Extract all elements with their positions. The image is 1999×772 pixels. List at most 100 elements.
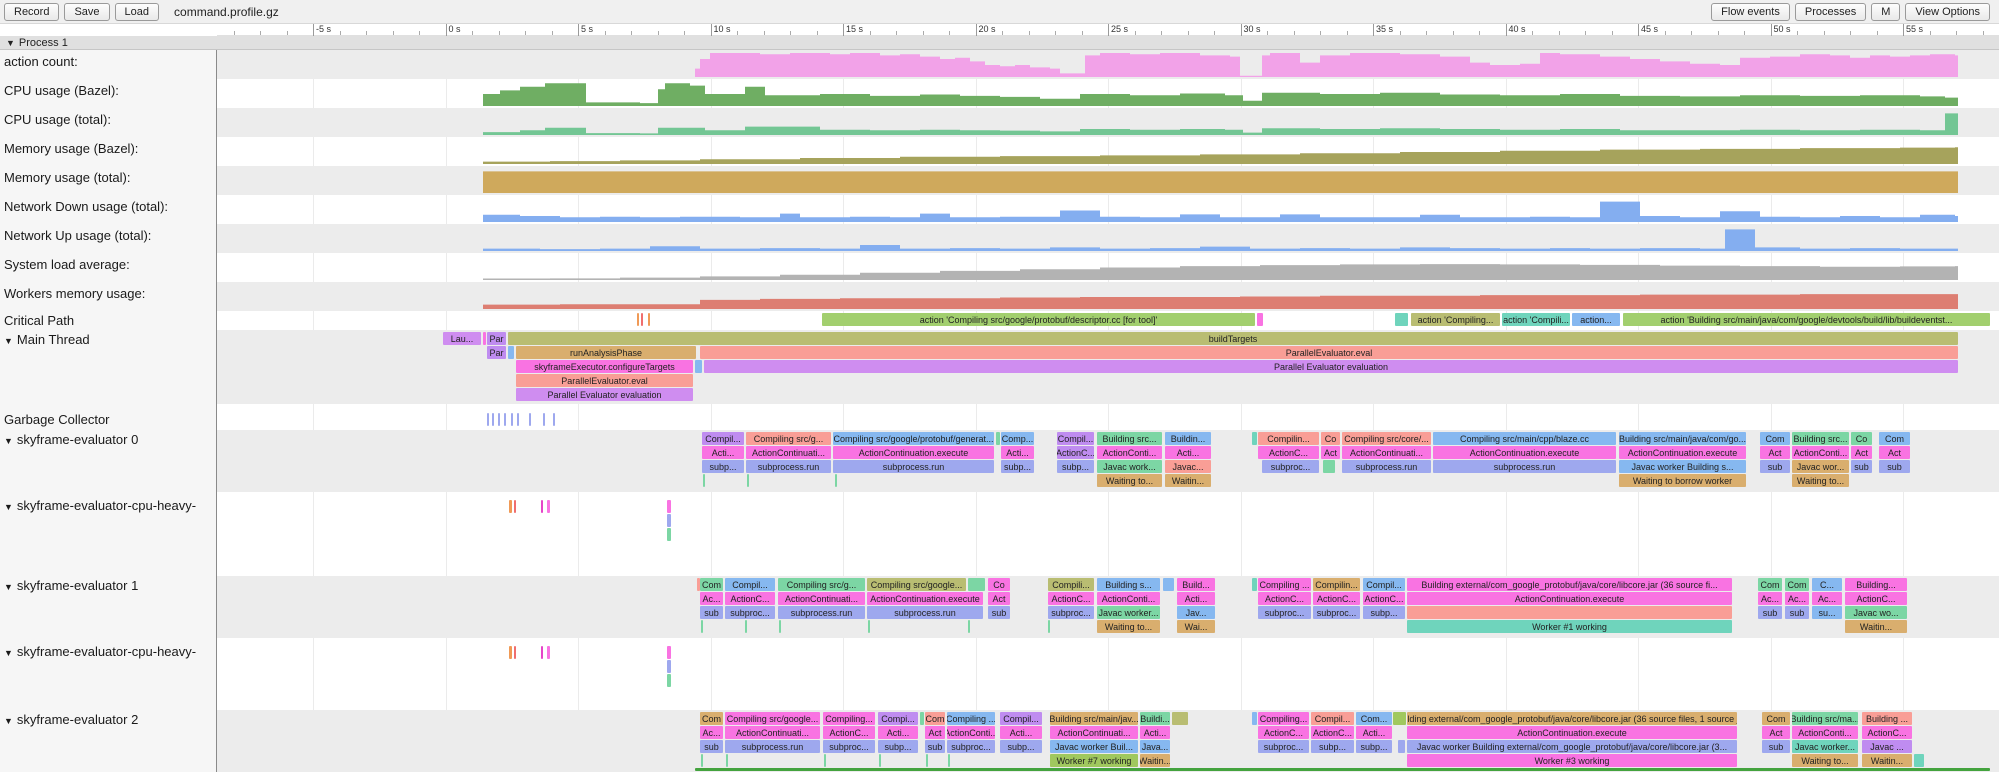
- trace-event[interactable]: [547, 500, 550, 513]
- trace-event[interactable]: Compiling ...: [1258, 578, 1311, 591]
- trace-event[interactable]: [514, 500, 516, 513]
- trace-event[interactable]: sub: [700, 740, 723, 753]
- trace-event[interactable]: Compiling src/g...: [746, 432, 831, 445]
- trace-event[interactable]: subproc...: [1262, 460, 1319, 473]
- trace-event[interactable]: ActionContinuation.execute: [867, 592, 983, 605]
- trace-event[interactable]: Act: [1760, 446, 1790, 459]
- trace-event[interactable]: subprocess.run: [746, 460, 831, 473]
- trace-event[interactable]: ActionContinuation.execute: [1619, 446, 1746, 459]
- counter-chart-action-count[interactable]: [0, 50, 1999, 79]
- trace-event[interactable]: subp...: [1356, 740, 1392, 753]
- trace-event[interactable]: [920, 712, 924, 725]
- trace-event[interactable]: Com: [1785, 578, 1809, 591]
- trace-event[interactable]: [517, 413, 519, 426]
- trace-event[interactable]: Building src/main/jav...: [1050, 712, 1138, 725]
- trace-event[interactable]: ActionC...: [1311, 726, 1354, 739]
- trace-event[interactable]: Buildin...: [1165, 432, 1211, 445]
- trace-event[interactable]: [824, 754, 826, 767]
- trace-event[interactable]: ActionConti...: [1792, 726, 1858, 739]
- trace-event[interactable]: [879, 754, 881, 767]
- trace-event[interactable]: ActionContinuati...: [725, 726, 820, 739]
- load-button[interactable]: Load: [115, 3, 159, 21]
- trace-event[interactable]: Ac...: [700, 592, 723, 605]
- trace-event[interactable]: Building s...: [1097, 578, 1160, 591]
- trace-event[interactable]: ActionC...: [1258, 592, 1311, 605]
- trace-event[interactable]: Waitin...: [1140, 754, 1170, 767]
- trace-event[interactable]: sub: [1760, 460, 1790, 473]
- trace-event[interactable]: subprocess.run: [778, 606, 865, 619]
- trace-event[interactable]: Compilin...: [1313, 578, 1360, 591]
- trace-event[interactable]: Javac ...: [1862, 740, 1912, 753]
- trace-event[interactable]: Waitin...: [1862, 754, 1912, 767]
- track-label-skyframe-evaluator-cpu-heavy-2[interactable]: ▼skyframe-evaluator-cpu-heavy-: [4, 644, 196, 659]
- view-options-button[interactable]: View Options: [1905, 3, 1990, 21]
- trace-event[interactable]: ActionC...: [725, 592, 775, 605]
- trace-event[interactable]: ActionContinuation.execute: [833, 446, 994, 459]
- trace-event[interactable]: [1395, 313, 1408, 326]
- trace-event[interactable]: [726, 754, 728, 767]
- trace-event[interactable]: [637, 313, 639, 326]
- trace-event[interactable]: Javac worker Building external/com_googl…: [1407, 740, 1737, 753]
- trace-event[interactable]: subp...: [1363, 606, 1405, 619]
- trace-event[interactable]: Compi...: [878, 712, 918, 725]
- trace-event[interactable]: [835, 474, 837, 487]
- trace-event[interactable]: [747, 474, 749, 487]
- trace-event[interactable]: [1407, 606, 1732, 619]
- track-label-main-thread[interactable]: ▼Main Thread: [4, 332, 90, 347]
- trace-event[interactable]: Waiting to...: [1097, 620, 1160, 633]
- timeline-ruler[interactable]: -5 s0 s5 s10 s15 s20 s25 s30 s35 s40 s45…: [217, 24, 1999, 36]
- trace-event[interactable]: [667, 514, 671, 527]
- trace-event[interactable]: subproc...: [1258, 606, 1311, 619]
- trace-event[interactable]: Waiting to...: [1097, 474, 1162, 487]
- trace-event[interactable]: [1252, 432, 1257, 445]
- trace-event[interactable]: Com: [1879, 432, 1910, 445]
- trace-event[interactable]: Act: [1879, 446, 1910, 459]
- trace-event[interactable]: sub: [1851, 460, 1872, 473]
- trace-event[interactable]: [511, 413, 513, 426]
- trace-event[interactable]: [703, 474, 705, 487]
- trace-event[interactable]: Waiting to...: [1792, 754, 1858, 767]
- trace-event[interactable]: Co: [1851, 432, 1872, 445]
- trace-event[interactable]: action 'Compili...: [1502, 313, 1570, 326]
- trace-event[interactable]: Building src...: [1097, 432, 1162, 445]
- trace-event[interactable]: Buildi...: [1140, 712, 1170, 725]
- trace-event[interactable]: ActionContinuati...: [746, 446, 831, 459]
- trace-event[interactable]: Act: [925, 726, 945, 739]
- record-button[interactable]: Record: [4, 3, 59, 21]
- trace-event[interactable]: subprocess.run: [1342, 460, 1431, 473]
- processes-button[interactable]: Processes: [1795, 3, 1866, 21]
- trace-event[interactable]: Compiling src/google...: [725, 712, 820, 725]
- counter-chart-cpu-usage-total[interactable]: [0, 108, 1999, 137]
- trace-event[interactable]: sub: [700, 606, 723, 619]
- track-label-skyframe-evaluator-cpu-heavy-1[interactable]: ▼skyframe-evaluator-cpu-heavy-: [4, 498, 196, 513]
- trace-event[interactable]: Compiling src/g...: [778, 578, 865, 591]
- trace-event[interactable]: [541, 646, 543, 659]
- trace-event[interactable]: [968, 578, 985, 591]
- trace-event[interactable]: Ac...: [700, 726, 723, 739]
- trace-event[interactable]: [695, 360, 702, 373]
- trace-event[interactable]: [701, 620, 703, 633]
- trace-event[interactable]: Compiling src/main/cpp/blaze.cc: [1433, 432, 1616, 445]
- trace-event[interactable]: Waitin...: [1845, 620, 1907, 633]
- trace-event[interactable]: action 'Building src/main/java/com/googl…: [1623, 313, 1990, 326]
- trace-event[interactable]: ActionC...: [1048, 592, 1094, 605]
- trace-event[interactable]: C...: [1812, 578, 1842, 591]
- trace-event[interactable]: Worker #1 working: [1407, 620, 1732, 633]
- trace-event[interactable]: action...: [1572, 313, 1620, 326]
- trace-event[interactable]: [1163, 578, 1174, 591]
- trace-event[interactable]: subprocess.run: [867, 606, 983, 619]
- trace-event[interactable]: [667, 528, 671, 541]
- trace-event[interactable]: [667, 660, 671, 673]
- trace-event[interactable]: Ac...: [1758, 592, 1782, 605]
- trace-event[interactable]: ActionContinuati...: [1342, 446, 1431, 459]
- trace-event[interactable]: [1914, 754, 1924, 767]
- counter-chart-memory-usage-bazel[interactable]: [0, 137, 1999, 166]
- trace-event[interactable]: [1172, 712, 1188, 725]
- track-label-critical-path[interactable]: Critical Path: [4, 313, 74, 328]
- trace-event[interactable]: ActionContinuation.execute: [1407, 726, 1737, 739]
- trace-event[interactable]: [529, 413, 531, 426]
- trace-event[interactable]: Compil...: [1311, 712, 1354, 725]
- trace-event[interactable]: Java...: [1140, 740, 1170, 753]
- trace-event[interactable]: [492, 413, 494, 426]
- trace-event[interactable]: ActionC...: [1057, 446, 1094, 459]
